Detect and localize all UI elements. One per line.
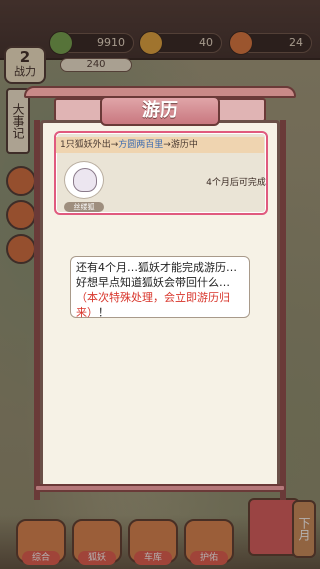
fox-avatar [64,161,104,199]
frame-beam [34,484,286,492]
frame-pillar-right [280,120,286,500]
fox-icon [73,168,97,192]
travel-route: 1只狐妖外出→方圆两百里→游历中 [56,137,264,153]
dialog-title: 游历 [100,96,220,126]
travel-status: 4个月后可完成 [206,178,266,188]
destination: 方圆两百里 [118,140,164,150]
fox-name: 丝缕狐 [64,202,104,212]
travel-card[interactable]: 1只狐妖外出→方圆两百里→游历中 丝缕狐 4个月后可完成 [54,131,268,215]
dialog-message: 还有4个月…狐妖才能完成游历…好想早点知道狐妖会带回什么…（本次特殊处理，会立即… [70,256,250,319]
